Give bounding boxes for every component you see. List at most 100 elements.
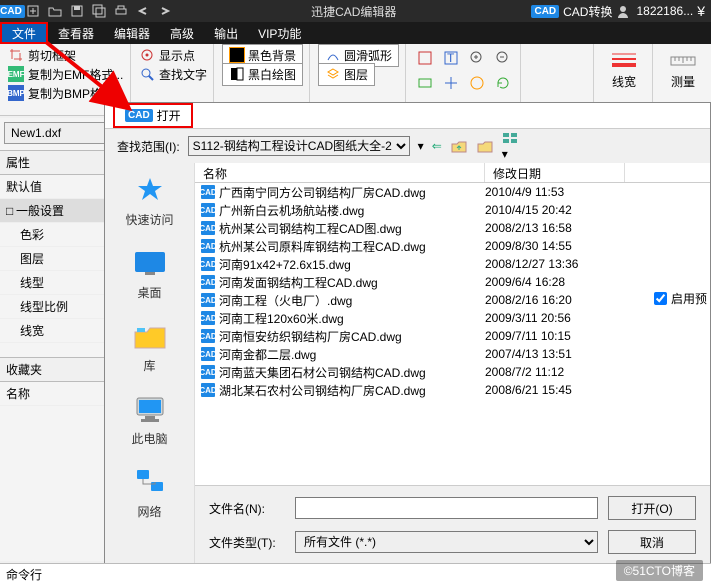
linewidth-icon [610,51,638,71]
file-row[interactable]: CAD杭州某公司原料库钢结构工程CAD.dwg2009/8/30 14:55 [195,237,710,255]
place-library[interactable]: 库 [105,315,194,378]
file-date: 2009/3/11 20:56 [485,311,625,325]
place-this-pc[interactable]: 此电脑 [105,388,194,451]
layer-row[interactable]: 图层 [0,247,109,271]
color-row[interactable]: 色彩 [0,223,109,247]
user-name[interactable]: 1822186... [636,4,693,18]
find-text-button[interactable]: 查找文字 [139,66,207,82]
linetype-row[interactable]: 线型 [0,271,109,295]
redo-icon[interactable] [154,0,176,22]
lineweight-row[interactable]: 线宽 [0,319,109,343]
default-row[interactable]: 默认值 [0,175,109,199]
file-date: 2010/4/15 20:42 [485,203,625,217]
linewidth-button[interactable]: 线宽 [602,47,646,94]
copy-emf-button[interactable]: EMF复制为EMF格式... [8,66,124,82]
file-row[interactable]: CAD河南工程120x60米.dwg2009/3/11 20:56 [195,309,710,327]
cancel-button[interactable]: 取消 [608,530,696,554]
bw-draw-toggle[interactable]: 黑白绘图 [222,63,303,86]
tool-icon-2[interactable]: T [440,47,462,69]
cad-file-icon: CAD [201,329,215,343]
currency-icon[interactable]: ¥ [697,3,705,19]
app-title: 迅捷CAD编辑器 [176,3,531,20]
file-row[interactable]: CAD广西南宁同方公司钢结构厂房CAD.dwg2010/4/9 11:53 [195,183,710,201]
menu-vip[interactable]: VIP功能 [248,22,311,44]
menu-file[interactable]: 文件 [0,22,48,44]
file-row[interactable]: CAD河南91x42+72.6x15.dwg2008/12/27 13:36 [195,255,710,273]
menu-editor[interactable]: 编辑器 [104,22,160,44]
open-button[interactable]: 打开(O) [608,496,696,520]
file-date: 2010/4/9 11:53 [485,185,625,199]
enable-preview-checkbox[interactable]: 启用预 [654,290,707,307]
preview-checkbox-input[interactable] [654,292,667,305]
menu-advanced[interactable]: 高级 [160,22,204,44]
cad-file-icon: CAD [201,239,215,253]
desktop-icon [132,246,168,282]
zoom-in-icon[interactable] [466,47,488,69]
cad-badge-icon: CAD [531,5,559,18]
col-name[interactable]: 名称 [195,163,485,182]
new-folder-icon[interactable] [476,138,494,154]
file-row[interactable]: CAD河南蓝天集团石材公司钢结构CAD.dwg2008/7/2 11:12 [195,363,710,381]
place-network[interactable]: 网络 [105,461,194,524]
measure-button[interactable]: 测量 [661,47,705,94]
file-row[interactable]: CAD杭州某公司钢结构工程CAD图.dwg2008/2/13 16:58 [195,219,710,237]
open-folder-icon[interactable] [44,0,66,22]
file-list[interactable]: CAD广西南宁同方公司钢结构厂房CAD.dwg2010/4/9 11:53CAD… [195,183,710,485]
file-row[interactable]: CAD广州新白云机场航站楼.dwg2010/4/15 20:42 [195,201,710,219]
network-icon [132,465,168,501]
file-row[interactable]: CAD河南恒安纺织钢结构厂房CAD.dwg2009/7/11 10:15 [195,327,710,345]
left-panel: New1.dxf 属性 默认值 □一般设置 色彩 图层 线型 线型比例 线宽 收… [0,118,110,561]
save-all-icon[interactable] [88,0,110,22]
title-bar: CAD 迅捷CAD编辑器 CAD CAD转换 1822186... ¥ [0,0,711,22]
cad-icon: CAD [125,109,153,122]
lookin-select[interactable]: S112-钢结构工程设计CAD图纸大全-2 [188,136,410,156]
filename-input[interactable] [295,497,598,519]
back-icon[interactable]: ⇐ [432,139,442,153]
document-tab[interactable]: New1.dxf [4,122,105,144]
tool-icon-6[interactable] [440,72,462,94]
name-row[interactable]: 名称 [0,382,109,406]
file-row[interactable]: CAD河南工程（火电厂）.dwg2008/2/16 16:20 [195,291,710,309]
cad-file-icon: CAD [201,293,215,307]
cad-convert-button[interactable]: CAD转换 [563,3,612,20]
tool-icon-7[interactable] [466,72,488,94]
layer-button[interactable]: 图层 [318,63,375,86]
chevron-down-icon[interactable]: ▾ [418,139,424,153]
file-row[interactable]: CAD河南金都二层.dwg2007/4/13 13:51 [195,345,710,363]
file-date: 2008/2/13 16:58 [485,221,625,235]
show-point-button[interactable]: 显示点 [139,47,207,63]
file-row[interactable]: CAD河南发面钢结构工程CAD.dwg2009/6/4 16:28 [195,273,710,291]
filetype-select[interactable]: 所有文件 (*.*) [295,531,598,553]
file-list-header: 名称 修改日期 [195,163,710,183]
places-bar: 快速访问 桌面 库 此电脑 网络 [105,163,195,564]
linescale-row[interactable]: 线型比例 [0,295,109,319]
file-row[interactable]: CAD湖北某石农村公司钢结构厂房CAD.dwg2008/6/21 15:45 [195,381,710,399]
zoom-out-icon[interactable] [492,47,514,69]
view-menu-icon[interactable]: ▾ [502,131,520,161]
up-folder-icon[interactable] [450,138,468,154]
save-icon[interactable] [66,0,88,22]
place-desktop[interactable]: 桌面 [105,242,194,305]
new-file-icon[interactable] [22,0,44,22]
user-icon[interactable] [616,4,632,18]
print-icon[interactable] [110,0,132,22]
menu-viewer[interactable]: 查看器 [48,22,104,44]
general-group[interactable]: □一般设置 [0,199,109,223]
library-icon [132,319,168,355]
menu-output[interactable]: 输出 [204,22,248,44]
copy-bmp-button[interactable]: BMP复制为BMP格式... [8,85,124,101]
file-name: 河南蓝天集团石材公司钢结构CAD.dwg [219,364,426,381]
refresh-icon[interactable] [492,72,514,94]
search-icon [139,66,155,82]
filetype-label: 文件类型(T): [209,534,285,551]
cut-frame-button[interactable]: 剪切框架 [8,47,124,63]
lookin-label: 查找范围(I): [117,138,180,155]
place-quick-access[interactable]: 快速访问 [105,169,194,232]
command-line[interactable]: 命令行 [0,563,711,583]
tool-icon-1[interactable] [414,47,436,69]
tool-icon-5[interactable] [414,72,436,94]
file-date: 2009/7/11 10:15 [485,329,625,343]
file-name: 河南工程（火电厂）.dwg [219,292,352,309]
undo-icon[interactable] [132,0,154,22]
col-date[interactable]: 修改日期 [485,163,625,182]
